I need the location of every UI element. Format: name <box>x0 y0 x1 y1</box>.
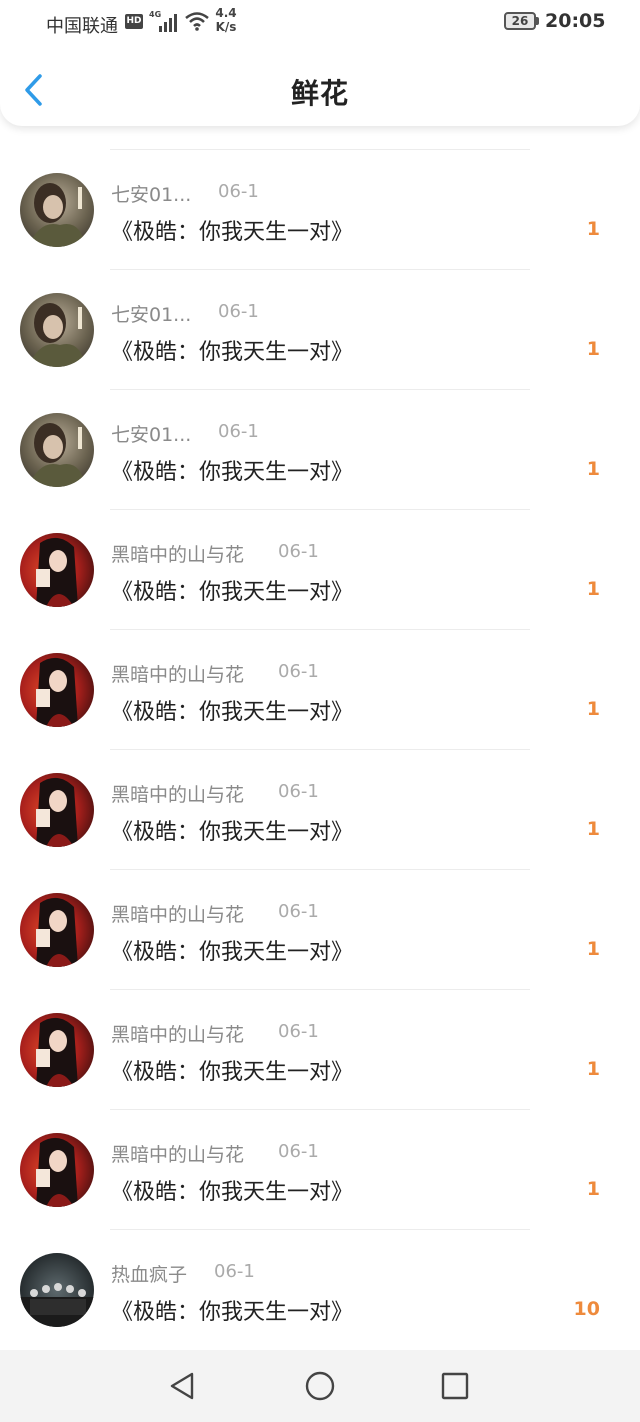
carrier-name: 中国联通 <box>46 16 118 37</box>
date: 06-1 <box>214 1261 255 1282</box>
flower-count: 1 <box>586 458 600 480</box>
avatar[interactable] <box>20 773 94 847</box>
flower-count: 1 <box>586 218 600 240</box>
list-item[interactable]: 黑暗中的山与花 06-1 《极皓：你我天生一对》 1 <box>0 750 640 870</box>
date: 06-1 <box>218 301 259 322</box>
book-title[interactable]: 《极皓：你我天生一对》 <box>111 814 353 846</box>
page-title: 鲜花 <box>290 77 349 110</box>
list-item[interactable]: 七安01... 06-1 《极皓：你我天生一对》 1 <box>0 150 640 270</box>
username[interactable]: 七安01... <box>111 180 191 207</box>
username[interactable]: 热血疯子 <box>111 1260 187 1287</box>
nav-recents-square-icon[interactable] <box>439 1370 471 1402</box>
battery-icon: 26 <box>504 12 536 30</box>
list-item[interactable]: 七安01... 06-1 《极皓：你我天生一对》 1 <box>0 390 640 510</box>
system-nav-bar <box>0 1350 640 1422</box>
flower-count: 1 <box>586 938 600 960</box>
username[interactable]: 黑暗中的山与花 <box>111 660 244 687</box>
book-title[interactable]: 《极皓：你我天生一对》 <box>111 214 353 246</box>
flower-count: 1 <box>586 698 600 720</box>
avatar[interactable] <box>20 293 94 367</box>
flower-count: 1 <box>586 338 600 360</box>
status-bar: 中国联通 HD 4G 4.4 K/s 26 20:05 <box>0 0 640 46</box>
net-speed-value: 4.4 <box>215 6 237 20</box>
flower-count: 10 <box>573 1298 600 1320</box>
clock: 20:05 <box>545 10 606 32</box>
avatar[interactable] <box>20 173 94 247</box>
avatar[interactable] <box>20 653 94 727</box>
net-speed: 4.4 K/s <box>215 6 237 34</box>
list-item[interactable]: 黑暗中的山与花 06-1 《极皓：你我天生一对》 1 <box>0 630 640 750</box>
date: 06-1 <box>218 181 259 202</box>
book-title[interactable]: 《极皓：你我天生一对》 <box>111 694 353 726</box>
signal-icon <box>159 14 177 32</box>
book-title[interactable]: 《极皓：你我天生一对》 <box>111 934 353 966</box>
title-bar: 鲜花 <box>0 46 640 126</box>
username[interactable]: 黑暗中的山与花 <box>111 780 244 807</box>
flower-count: 1 <box>586 578 600 600</box>
flower-count: 1 <box>586 1178 600 1200</box>
book-title[interactable]: 《极皓：你我天生一对》 <box>111 1174 353 1206</box>
list-item[interactable]: 黑暗中的山与花 06-1 《极皓：你我天生一对》 1 <box>0 510 640 630</box>
wifi-icon <box>185 12 209 31</box>
list-item[interactable]: 黑暗中的山与花 06-1 《极皓：你我天生一对》 1 <box>0 870 640 990</box>
flower-list: 七安01... 06-1 《极皓：你我天生一对》 1 七安01... 06-1 … <box>0 150 640 1350</box>
nav-home-circle-icon[interactable] <box>304 1370 336 1402</box>
avatar[interactable] <box>20 413 94 487</box>
username[interactable]: 黑暗中的山与花 <box>111 540 244 567</box>
username[interactable]: 黑暗中的山与花 <box>111 1020 244 1047</box>
flower-count: 1 <box>586 1058 600 1080</box>
username[interactable]: 七安01... <box>111 300 191 327</box>
avatar[interactable] <box>20 1133 94 1207</box>
date: 06-1 <box>278 1141 319 1162</box>
date: 06-1 <box>218 421 259 442</box>
avatar[interactable] <box>20 1013 94 1087</box>
avatar[interactable] <box>20 533 94 607</box>
date: 06-1 <box>278 781 319 802</box>
list-item[interactable]: 七安01... 06-1 《极皓：你我天生一对》 1 <box>0 270 640 390</box>
list-item[interactable]: 热血疯子 06-1 《极皓：你我天生一对》 10 <box>0 1230 640 1350</box>
book-title[interactable]: 《极皓：你我天生一对》 <box>111 1054 353 1086</box>
date: 06-1 <box>278 661 319 682</box>
date: 06-1 <box>278 1021 319 1042</box>
book-title[interactable]: 《极皓：你我天生一对》 <box>111 334 353 366</box>
username[interactable]: 七安01... <box>111 420 191 447</box>
battery-tip <box>536 17 539 25</box>
nav-back-triangle-icon[interactable] <box>166 1370 198 1402</box>
list-item[interactable]: 黑暗中的山与花 06-1 《极皓：你我天生一对》 1 <box>0 1110 640 1230</box>
username[interactable]: 黑暗中的山与花 <box>111 900 244 927</box>
date: 06-1 <box>278 541 319 562</box>
avatar[interactable] <box>20 893 94 967</box>
list-item[interactable]: 黑暗中的山与花 06-1 《极皓：你我天生一对》 1 <box>0 990 640 1110</box>
net-speed-unit: K/s <box>215 20 237 34</box>
date: 06-1 <box>278 901 319 922</box>
book-title[interactable]: 《极皓：你我天生一对》 <box>111 1294 353 1326</box>
username[interactable]: 黑暗中的山与花 <box>111 1140 244 1167</box>
hd-badge: HD <box>125 14 143 29</box>
book-title[interactable]: 《极皓：你我天生一对》 <box>111 454 353 486</box>
flower-count: 1 <box>586 818 600 840</box>
book-title[interactable]: 《极皓：你我天生一对》 <box>111 574 353 606</box>
avatar[interactable] <box>20 1253 94 1327</box>
